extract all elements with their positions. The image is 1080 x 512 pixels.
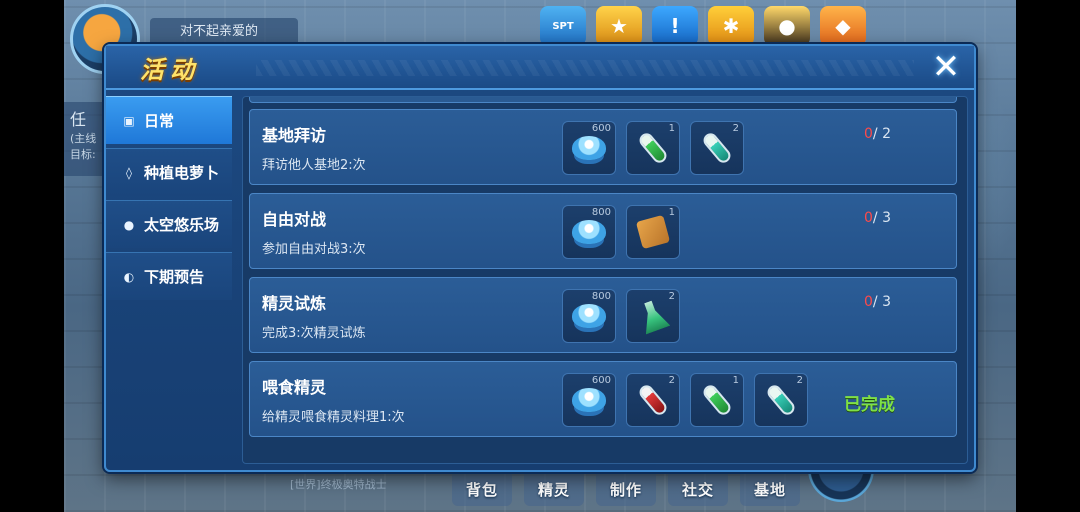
task-title: 精灵试炼 — [262, 294, 327, 313]
task-progress: 0/ 2 — [864, 126, 891, 142]
bag-icon — [635, 214, 671, 250]
task-row: 精灵试炼 完成3:次精灵试炼 800 2 0/ 3 — [249, 277, 957, 353]
reward-slot[interactable]: 2 — [754, 373, 808, 427]
task-row: 基地拜访 拜访他人基地2:次 600 1 2 0/ 2 — [249, 109, 957, 185]
completed-badge: 已完成 — [844, 395, 895, 415]
task-desc: 给精灵喂食精灵料理1:次 — [262, 410, 405, 425]
reward-slot[interactable]: 800 — [562, 289, 616, 343]
reward-slot[interactable]: 1 — [626, 121, 680, 175]
reward-slot[interactable]: 2 — [690, 121, 744, 175]
previous-task-edge — [249, 97, 957, 103]
reward-slot[interactable]: 2 — [626, 373, 680, 427]
task-desc: 完成3:次精灵试炼 — [262, 326, 366, 341]
sidebar-item-next-preview[interactable]: ◐ 下期预告 — [106, 252, 232, 300]
gem-icon — [572, 136, 606, 160]
planet-icon: ◐ — [123, 269, 135, 284]
reward-slot[interactable]: 1 — [690, 373, 744, 427]
reward-slot[interactable]: 600 — [562, 373, 616, 427]
gift-icon: ▣ — [123, 113, 135, 128]
sidebar-item-label: 太空悠乐场 — [144, 216, 220, 234]
teal-capsule-icon — [700, 130, 734, 166]
gem-icon[interactable]: ◆ — [820, 6, 866, 46]
gem-icon — [572, 388, 606, 412]
reward-list: 600 2 1 2 — [562, 373, 808, 427]
player-name: 对不起亲爱的 — [150, 18, 298, 46]
paw-icon: ● — [123, 217, 135, 232]
red-capsule-icon — [636, 382, 670, 418]
flask-icon — [636, 297, 671, 334]
reward-list: 800 2 — [562, 289, 680, 343]
top-icon-bar: SPT ★ ! ✱ ● ◆ — [540, 6, 866, 46]
gem-icon — [572, 304, 606, 328]
sidebar-item-label: 日常 — [144, 112, 175, 130]
activity-dialog: 活动 ✕ ▣ 日常 ◊ 种植电萝卜 ● 太空悠乐场 ◐ 下期预告 基地拜访 拜访… — [104, 44, 976, 472]
carrot-icon: ◊ — [126, 165, 132, 180]
trophy-icon[interactable]: ★ — [596, 6, 642, 46]
task-list[interactable]: 基地拜访 拜访他人基地2:次 600 1 2 0/ 2 自由对战 参加自由对战3… — [242, 96, 968, 464]
letterbox-left — [0, 0, 64, 512]
letterbox-right — [1016, 0, 1080, 512]
alert-icon[interactable]: ! — [652, 6, 698, 46]
reward-slot[interactable]: 800 — [562, 205, 616, 259]
reward-list: 800 1 — [562, 205, 680, 259]
reward-slot[interactable]: 2 — [626, 289, 680, 343]
pet-icon[interactable]: ● — [764, 6, 810, 46]
dialog-header: 活动 ✕ — [106, 46, 974, 90]
task-row: 喂食精灵 给精灵喂食精灵料理1:次 600 2 1 2 已完成 — [249, 361, 957, 437]
task-title: 基地拜访 — [262, 126, 327, 145]
teal-capsule-icon — [764, 382, 798, 418]
close-icon: ✕ — [931, 47, 961, 87]
green-capsule-icon — [636, 130, 670, 166]
task-title: 喂食精灵 — [262, 378, 327, 397]
task-row: 自由对战 参加自由对战3:次 800 1 0/ 3 — [249, 193, 957, 269]
task-desc: 参加自由对战3:次 — [262, 242, 366, 257]
task-progress: 0/ 3 — [864, 294, 891, 310]
sidebar-item-label: 下期预告 — [144, 268, 205, 286]
gem-icon — [572, 220, 606, 244]
reward-slot[interactable]: 1 — [626, 205, 680, 259]
sidebar-item-plant-carrot[interactable]: ◊ 种植电萝卜 — [106, 148, 232, 196]
sidebar-item-label: 种植电萝卜 — [144, 164, 220, 182]
sidebar-item-space-park[interactable]: ● 太空悠乐场 — [106, 200, 232, 248]
reward-slot[interactable]: 600 — [562, 121, 616, 175]
close-button[interactable]: ✕ — [926, 48, 966, 86]
activity-sidebar: ▣ 日常 ◊ 种植电萝卜 ● 太空悠乐场 ◐ 下期预告 — [106, 96, 232, 468]
task-title: 自由对战 — [262, 210, 327, 229]
green-capsule-icon — [700, 382, 734, 418]
spt-icon[interactable]: SPT — [540, 6, 586, 46]
task-progress: 0/ 3 — [864, 210, 891, 226]
dialog-title: 活动 — [140, 56, 200, 84]
star-icon[interactable]: ✱ — [708, 6, 754, 46]
reward-list: 600 1 2 — [562, 121, 744, 175]
sidebar-item-daily[interactable]: ▣ 日常 — [106, 96, 232, 144]
task-desc: 拜访他人基地2:次 — [262, 158, 366, 173]
quest-tracker[interactable]: 任 (主线 目标: — [64, 102, 108, 176]
world-chat-line[interactable]: [世界]终极奥特战士 — [290, 476, 387, 492]
